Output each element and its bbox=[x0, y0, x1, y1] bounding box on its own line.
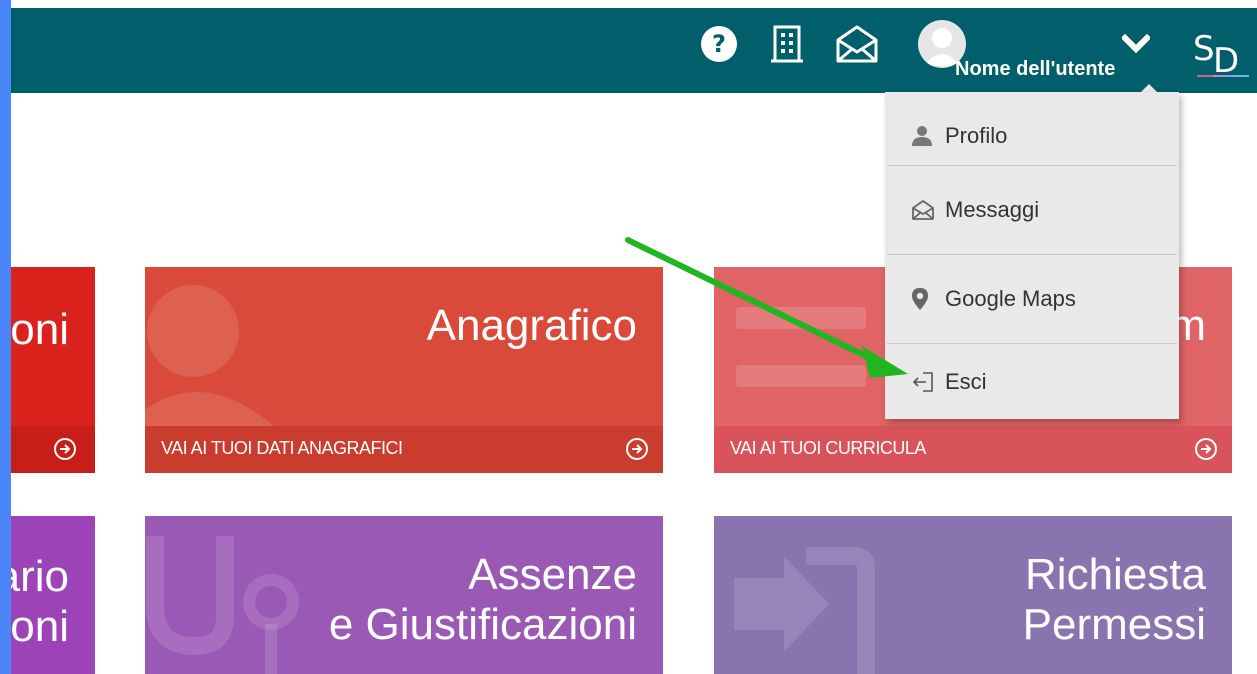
tile-anagrafico[interactable]: Anagrafico VAI AI TUOI DATI ANAGRAFICI bbox=[145, 267, 663, 473]
chevron-down-icon[interactable] bbox=[1120, 33, 1152, 61]
svg-text:S: S bbox=[1193, 29, 1215, 69]
document-lines-icon bbox=[736, 307, 866, 387]
tile-partial-left-2[interactable]: ario oni bbox=[11, 516, 95, 674]
envelope-open-icon bbox=[911, 199, 937, 221]
menu-item-label: Google Maps bbox=[945, 286, 1076, 311]
tile-footer-label: VAI AI TUOI DATI ANAGRAFICI bbox=[161, 438, 403, 458]
menu-item-google-maps[interactable]: Google Maps bbox=[885, 255, 1179, 343]
tile-footer-label: VAI AI TUOI CURRICULA bbox=[730, 438, 926, 458]
left-edge-bar bbox=[0, 0, 11, 674]
tile-title-line2: e Giustificazioni bbox=[328, 600, 637, 649]
envelope-open-icon[interactable] bbox=[833, 22, 881, 66]
tile-partial-left[interactable]: oni bbox=[11, 267, 95, 473]
tile-title-line2: Permessi bbox=[1022, 600, 1206, 649]
tile-title-line2: oni bbox=[11, 602, 69, 651]
user-name[interactable]: Nome dell'utente bbox=[955, 58, 1115, 81]
sign-out-icon bbox=[911, 370, 937, 394]
tile-assenze[interactable]: Assenze e Giustificazioni bbox=[145, 516, 663, 674]
arrow-circle-right-icon bbox=[53, 437, 77, 466]
tile-title: Anagrafico bbox=[426, 301, 637, 350]
menu-item-label: Esci bbox=[945, 368, 987, 394]
tile-richiesta-permessi[interactable]: Richiesta Permessi bbox=[714, 516, 1232, 674]
tile-footer[interactable]: VAI AI TUOI CURRICULA bbox=[714, 426, 1232, 473]
user-silhouette-icon bbox=[145, 285, 275, 427]
sign-in-icon bbox=[734, 547, 875, 674]
menu-item-esci[interactable]: Esci bbox=[885, 344, 1179, 419]
help-icon[interactable]: ? bbox=[697, 22, 741, 66]
tile-footer[interactable] bbox=[11, 426, 95, 473]
arrow-circle-right-icon bbox=[625, 437, 649, 466]
svg-text:?: ? bbox=[712, 30, 726, 58]
user-icon bbox=[911, 125, 937, 147]
stethoscope-icon bbox=[146, 536, 299, 674]
user-dropdown-menu: Profilo Messaggi Google Maps Esci bbox=[885, 92, 1179, 419]
tile-title-line1: ario bbox=[11, 552, 69, 601]
arrow-circle-right-icon bbox=[1194, 437, 1218, 466]
map-marker-icon bbox=[911, 287, 937, 311]
tile-title-line1: Richiesta bbox=[1025, 550, 1206, 599]
sd-logo: S D bbox=[1193, 22, 1251, 82]
tile-title-line1: Assenze bbox=[468, 550, 637, 599]
menu-item-messaggi[interactable]: Messaggi bbox=[885, 166, 1179, 254]
menu-item-label: Messaggi bbox=[945, 197, 1040, 222]
tile-title: oni bbox=[11, 305, 69, 354]
building-icon[interactable] bbox=[767, 22, 807, 66]
tile-footer[interactable]: VAI AI TUOI DATI ANAGRAFICI bbox=[145, 426, 663, 473]
menu-item-label: Profilo bbox=[945, 123, 1008, 148]
